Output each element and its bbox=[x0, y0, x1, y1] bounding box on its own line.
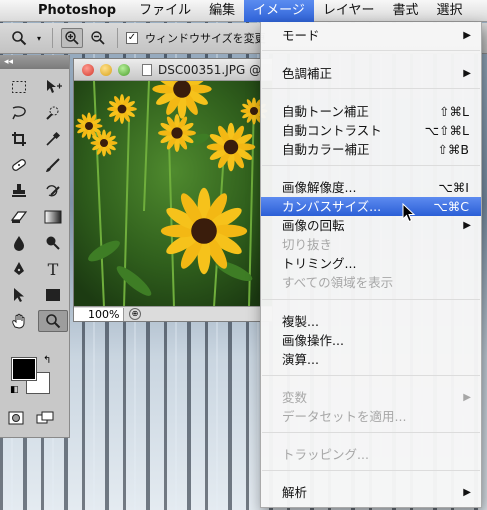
mouse-pointer-icon bbox=[402, 203, 416, 223]
menu-select[interactable]: 選択 bbox=[428, 0, 472, 22]
menu-item-auto-contrast[interactable]: 自動コントラスト ⌥⇧⌘L bbox=[261, 121, 481, 140]
menu-separator bbox=[262, 88, 480, 89]
quick-mask-icon[interactable] bbox=[8, 410, 24, 429]
zoom-level-field[interactable]: 100% bbox=[74, 307, 124, 321]
eraser-tool-icon[interactable] bbox=[4, 206, 34, 228]
crop-tool-icon[interactable] bbox=[4, 128, 34, 150]
document-window: DSC00351.JPG @ 100% ⊕ bbox=[73, 58, 273, 322]
dodge-tool-icon[interactable] bbox=[38, 232, 68, 254]
swap-colors-icon[interactable]: ↰ bbox=[43, 355, 51, 366]
default-colors-icon[interactable]: ◧ bbox=[10, 385, 19, 395]
menu-item-reveal-all: すべての領域を表示 bbox=[282, 275, 394, 290]
clone-stamp-tool-icon[interactable] bbox=[4, 180, 34, 202]
triangle-right-icon: ▶ bbox=[463, 68, 471, 79]
minimize-button[interactable] bbox=[100, 63, 112, 76]
menu-image[interactable]: イメージ bbox=[244, 0, 314, 22]
menu-item-apply-data-set: データセットを適用... bbox=[282, 409, 407, 424]
zoom-tool-icon[interactable] bbox=[8, 28, 30, 48]
flower-photo bbox=[74, 81, 272, 307]
divider bbox=[52, 28, 53, 48]
rectangle-tool-icon[interactable] bbox=[38, 284, 68, 306]
path-selection-tool-icon[interactable] bbox=[4, 284, 34, 306]
type-tool-icon[interactable]: T bbox=[38, 258, 68, 280]
gradient-tool-icon[interactable] bbox=[38, 206, 68, 228]
app-menu[interactable]: Photoshop bbox=[38, 3, 116, 18]
triangle-right-icon: ▶ bbox=[463, 30, 471, 41]
menu-bar: Photoshop ファイル 編集 イメージ レイヤー 書式 選択 bbox=[0, 0, 487, 22]
menu-separator bbox=[262, 165, 480, 166]
hand-tool-icon[interactable] bbox=[4, 310, 34, 332]
menu-separator bbox=[262, 470, 480, 471]
pen-tool-icon[interactable] bbox=[4, 258, 34, 280]
tool-preset-chevron-icon[interactable]: ▾ bbox=[34, 28, 44, 48]
triangle-right-icon: ▶ bbox=[463, 487, 471, 498]
menu-item-image-rotation[interactable]: 画像の回転 ▶ bbox=[261, 216, 481, 235]
menu-file[interactable]: ファイル bbox=[130, 0, 200, 22]
menu-item-analysis[interactable]: 解析 ▶ bbox=[261, 483, 481, 502]
document-status-bar: 100% ⊕ bbox=[74, 306, 272, 321]
resize-window-label: ウィンドウサイズを変更 bbox=[145, 32, 266, 45]
menu-item-trap: トラッピング... bbox=[282, 447, 369, 462]
document-icon bbox=[142, 63, 152, 76]
menu-item-trim[interactable]: トリミング... bbox=[261, 254, 481, 273]
menu-item-mode[interactable]: モード ▶ bbox=[261, 26, 481, 45]
triangle-right-icon: ▶ bbox=[463, 392, 471, 403]
healing-brush-tool-icon[interactable] bbox=[4, 154, 34, 176]
triangle-right-icon: ▶ bbox=[463, 220, 471, 231]
quick-selection-tool-icon[interactable] bbox=[38, 102, 68, 124]
image-canvas[interactable] bbox=[74, 81, 272, 307]
marquee-tool-icon[interactable] bbox=[4, 76, 34, 98]
document-title: DSC00351.JPG @ bbox=[158, 62, 262, 77]
menu-item-variables: 変数 ▶ bbox=[282, 390, 471, 405]
blur-tool-icon[interactable] bbox=[4, 232, 34, 254]
color-swatches: ↰ ◧ bbox=[10, 355, 60, 401]
tools-panel: ◂◂ T ↰ ◧ bbox=[0, 55, 70, 438]
lasso-tool-icon[interactable] bbox=[4, 102, 34, 124]
status-info-icon[interactable]: ⊕ bbox=[129, 308, 141, 320]
menu-layer[interactable]: レイヤー bbox=[314, 0, 384, 22]
zoom-out-icon[interactable] bbox=[87, 28, 109, 48]
menu-separator bbox=[262, 50, 480, 51]
document-title-bar[interactable]: DSC00351.JPG @ bbox=[74, 59, 272, 81]
screen-mode-icon[interactable] bbox=[36, 410, 54, 429]
zoom-tool-selected-icon[interactable] bbox=[38, 310, 68, 332]
resize-window-checkbox[interactable]: ✓ bbox=[126, 32, 138, 44]
menu-item-crop: 切り抜き bbox=[282, 237, 333, 252]
close-button[interactable] bbox=[82, 63, 94, 76]
brush-tool-icon[interactable] bbox=[38, 154, 68, 176]
menu-item-calculations[interactable]: 演算... bbox=[261, 350, 481, 369]
move-tool-icon[interactable] bbox=[38, 76, 68, 98]
menu-separator bbox=[262, 375, 480, 376]
menu-item-auto-tone[interactable]: 自動トーン補正 ⇧⌘L bbox=[261, 102, 481, 121]
image-menu-dropdown: モード ▶ 色調補正 ▶ 自動トーン補正 ⇧⌘L 自動コントラスト ⌥⇧⌘L 自動カラー… bbox=[260, 22, 482, 508]
history-brush-tool-icon[interactable] bbox=[38, 180, 68, 202]
tools-panel-header[interactable]: ◂◂ bbox=[0, 55, 69, 69]
eyedropper-tool-icon[interactable] bbox=[38, 128, 68, 150]
menu-separator bbox=[262, 432, 480, 433]
menu-item-image-size[interactable]: 画像解像度... ⌥⌘I bbox=[261, 178, 481, 197]
foreground-color-swatch[interactable] bbox=[11, 357, 37, 381]
zoom-button[interactable] bbox=[118, 63, 130, 76]
menu-item-duplicate[interactable]: 複製... bbox=[261, 312, 481, 331]
divider bbox=[117, 28, 118, 48]
menu-edit[interactable]: 編集 bbox=[200, 0, 244, 22]
menu-item-adjustments[interactable]: 色調補正 ▶ bbox=[261, 64, 481, 83]
menu-type[interactable]: 書式 bbox=[384, 0, 428, 22]
menu-item-apply-image[interactable]: 画像操作... bbox=[261, 331, 481, 350]
menu-item-auto-color[interactable]: 自動カラー補正 ⇧⌘B bbox=[261, 140, 481, 159]
zoom-in-icon[interactable] bbox=[61, 28, 83, 48]
menu-item-canvas-size[interactable]: カンバスサイズ... ⌥⌘C bbox=[261, 197, 481, 216]
menu-separator bbox=[262, 299, 480, 300]
